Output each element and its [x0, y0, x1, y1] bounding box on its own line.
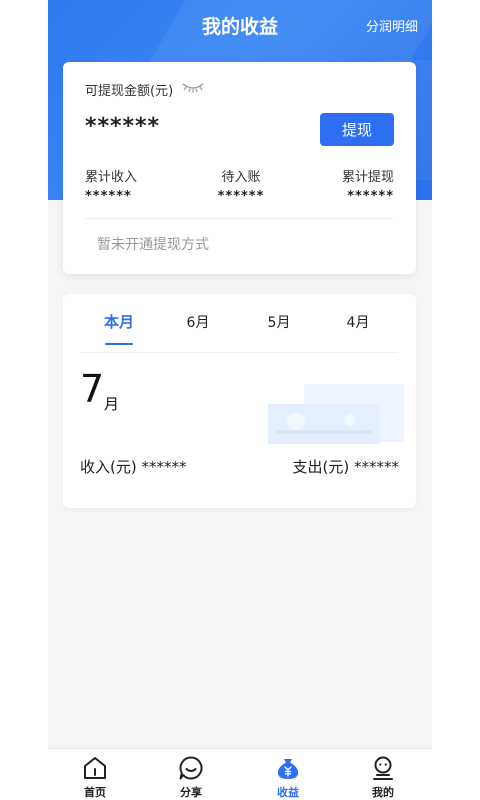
monthly-expense: 支出(元) ******	[292, 458, 399, 476]
stat-label: 待入账	[221, 170, 261, 185]
tab-this-month[interactable]: 本月	[84, 311, 154, 332]
active-tab-indicator	[105, 343, 133, 345]
withdraw-method-status[interactable]: 暂未开通提现方式	[97, 234, 209, 254]
eye-closed-icon[interactable]	[181, 80, 205, 94]
home-icon	[84, 757, 106, 779]
divider	[85, 218, 394, 219]
nav-share[interactable]: 分享	[156, 755, 226, 800]
profit-detail-link[interactable]: 分润明细	[366, 16, 418, 35]
balance-card: 可提现金额(元) ****** 提现 累计收入 ****** 待入账 *****…	[63, 62, 416, 274]
monthly-card: 本月 6月 5月 4月 7 月 收入(元) ****** 支出(元) *****…	[63, 294, 416, 508]
nav-earnings[interactable]: 收益	[253, 755, 323, 800]
tab-april[interactable]: 4月	[323, 312, 393, 332]
withdrawable-label: 可提现金额(元)	[85, 84, 174, 99]
bottom-navigation: 首页 分享 收益 我的	[48, 748, 432, 800]
tab-june[interactable]: 6月	[163, 312, 233, 332]
stat-value: ******	[85, 189, 132, 204]
stat-label: 累计收入	[85, 170, 138, 185]
nav-label: 收益	[277, 786, 299, 799]
profile-icon	[373, 756, 393, 780]
stat-value: ******	[217, 189, 265, 204]
nav-label: 分享	[180, 786, 202, 799]
share-chat-icon	[179, 756, 203, 780]
month-number: 7	[80, 367, 105, 411]
nav-label: 我的	[372, 786, 394, 799]
earnings-screen: 我的 收益 分润明细 可提现金额(元) ****** 提现 累计收入 ******…	[48, 0, 432, 800]
stat-total-income: 累计收入 ******	[85, 166, 137, 204]
nav-mine[interactable]: 我的	[348, 755, 418, 800]
stat-pending: 待入账 ******	[211, 166, 271, 204]
withdrawable-amount: ******	[85, 114, 161, 139]
wallet-illustration-icon	[268, 384, 404, 444]
withdraw-button[interactable]: 提现	[320, 113, 394, 146]
stat-label: 累计提现	[341, 170, 394, 185]
divider	[81, 352, 398, 353]
earnings-bag-icon	[277, 759, 299, 779]
monthly-income: 收入(元) ******	[80, 458, 187, 476]
stat-total-withdrawn: 累计提现 ******	[342, 166, 394, 204]
stat-value: ******	[347, 189, 394, 204]
nav-label: 首页	[84, 786, 106, 799]
month-suffix: 月	[104, 395, 120, 413]
nav-home[interactable]: 首页	[60, 755, 130, 800]
tab-may[interactable]: 5月	[244, 312, 314, 332]
